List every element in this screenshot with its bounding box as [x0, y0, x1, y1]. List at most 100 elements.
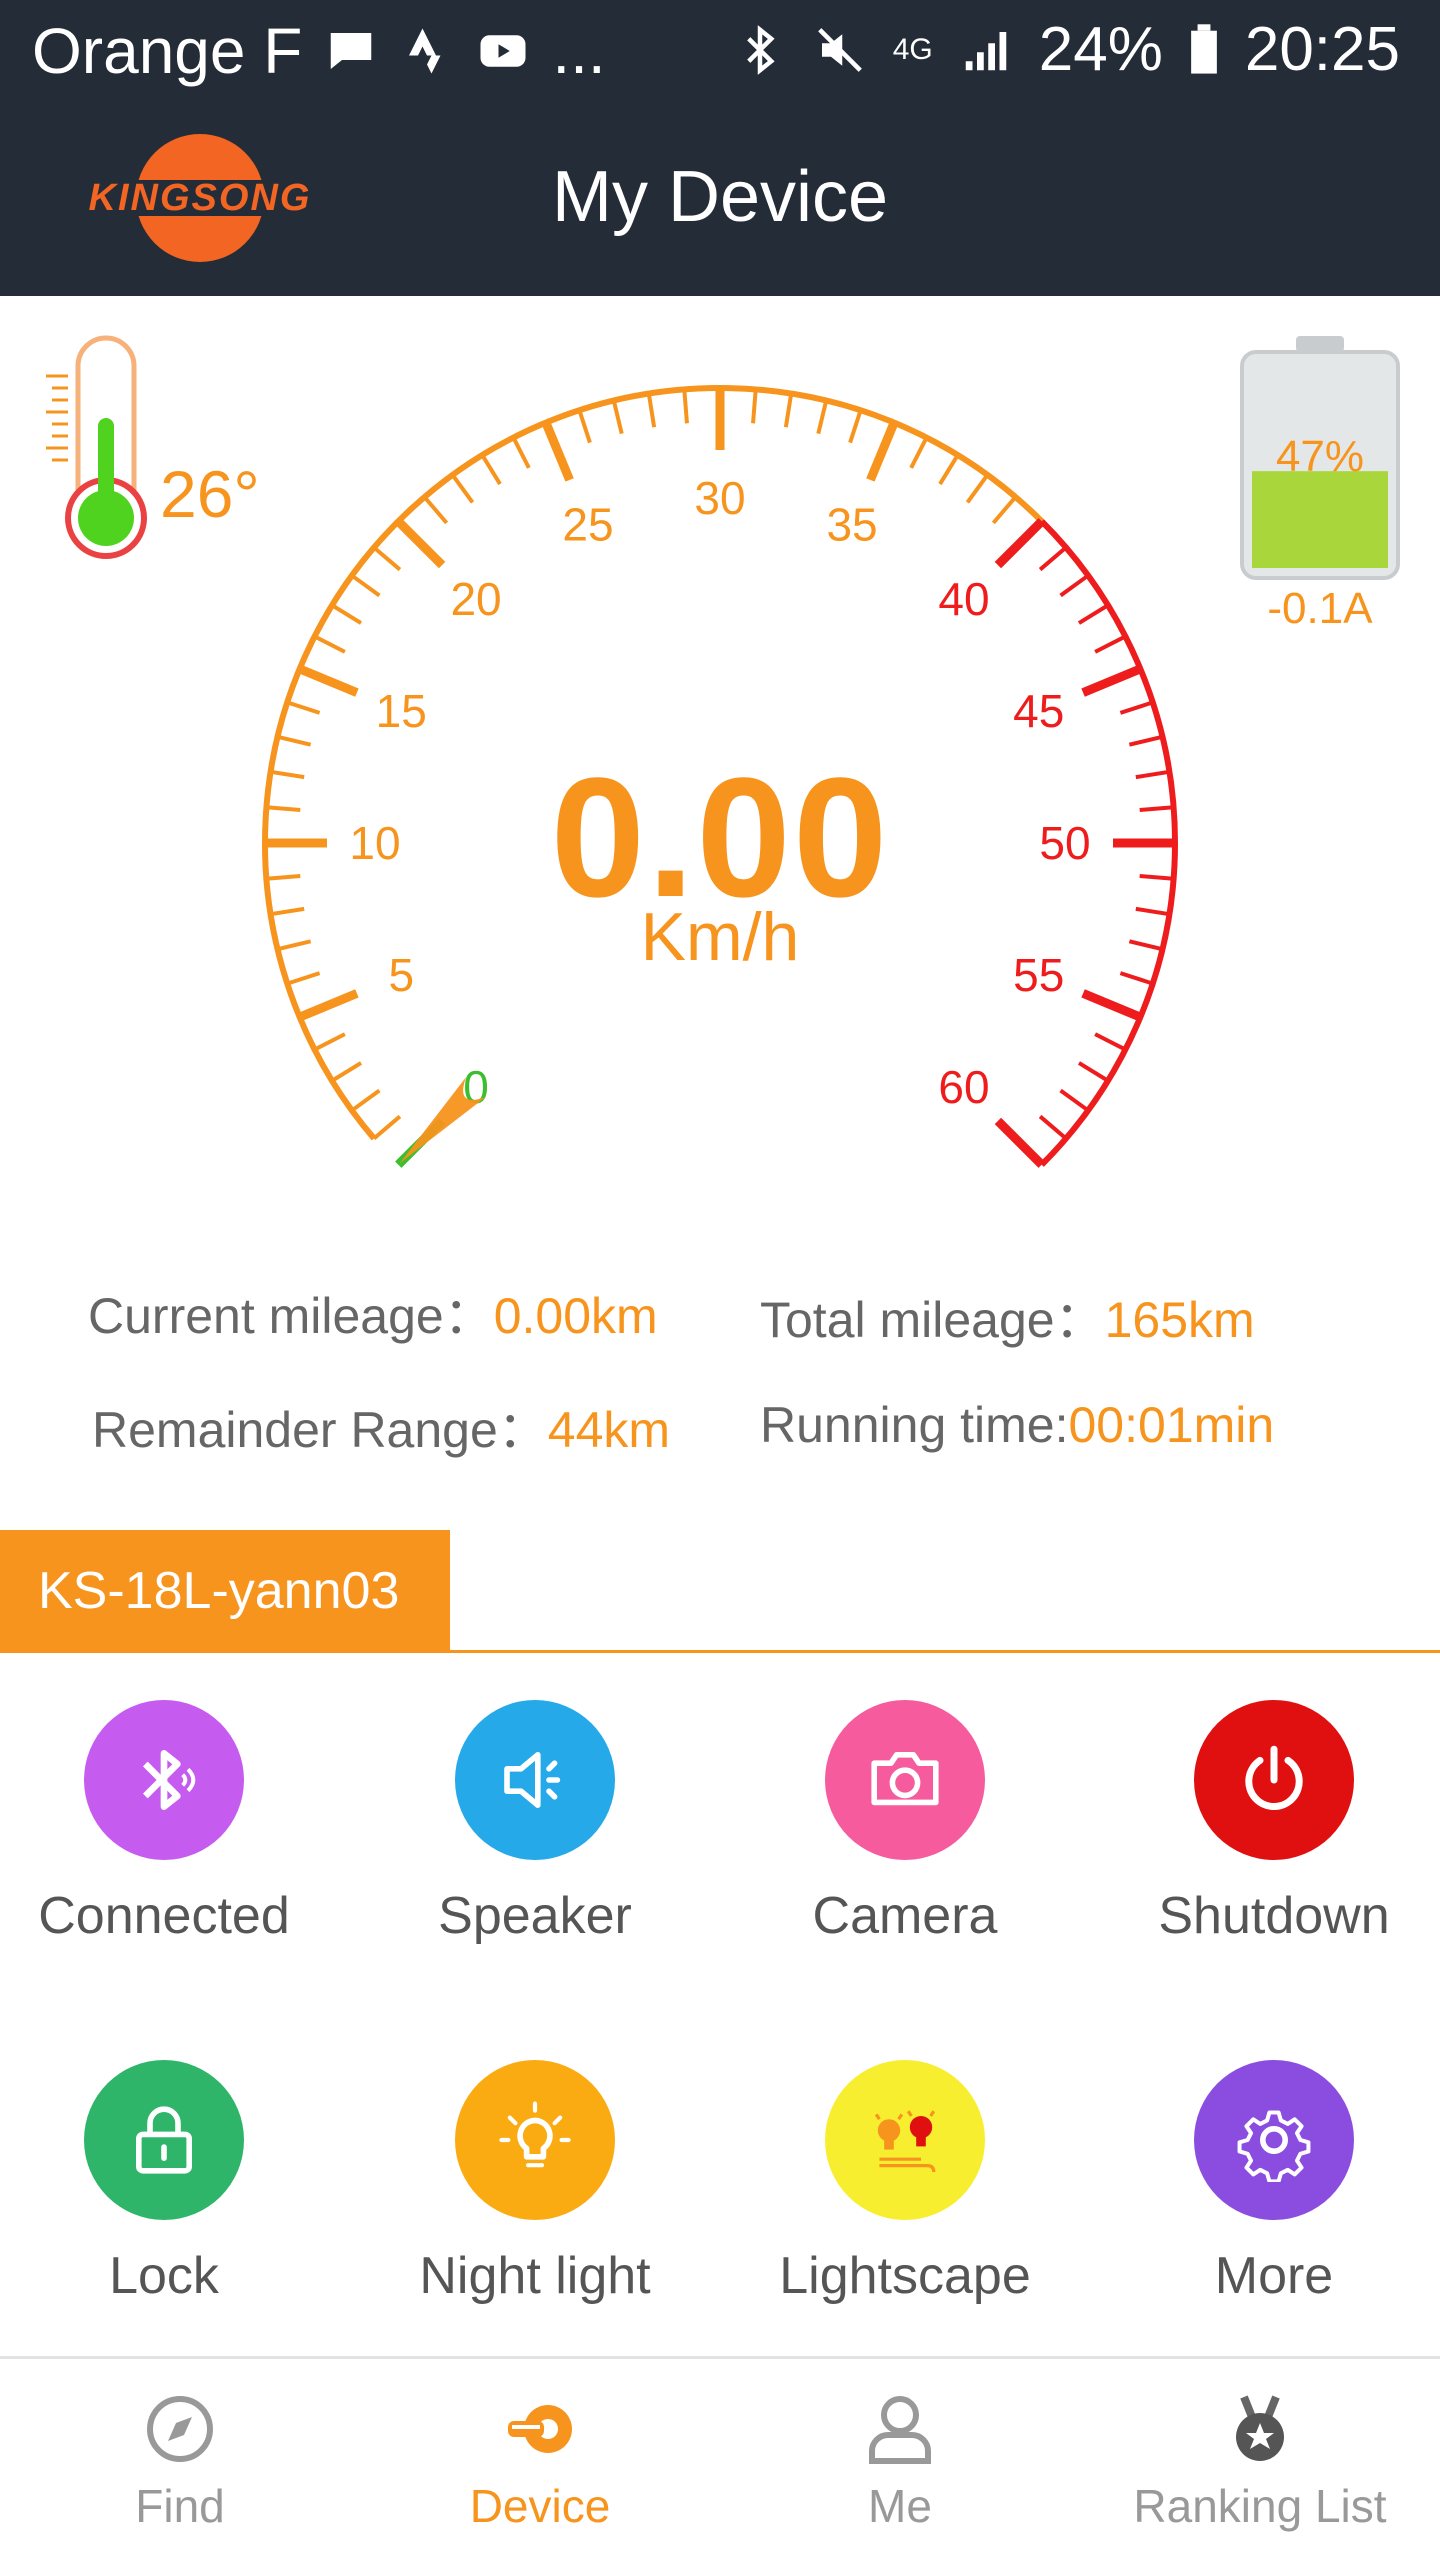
- gear-icon: [1237, 2110, 1311, 2182]
- gauge-minor-tick: [372, 545, 402, 572]
- gauge-scale-label: 15: [376, 685, 427, 737]
- gauge-major-tick: [297, 989, 359, 1022]
- nav-ranking-list[interactable]: Ranking List: [1080, 2359, 1440, 2560]
- gauge-major-tick: [1081, 664, 1143, 697]
- nav-device-label: Device: [469, 2480, 611, 2532]
- gauge-minor-tick: [751, 389, 758, 424]
- gauge-minor-tick: [422, 495, 449, 525]
- gauge-minor-tick: [783, 393, 794, 428]
- total-mileage-label: Total mileage：: [760, 1292, 1105, 1348]
- gauge-minor-tick: [480, 454, 502, 486]
- power-icon: [1245, 1745, 1303, 1810]
- gauge-scale-label: 60: [938, 1061, 989, 1113]
- gauge-minor-tick: [1094, 634, 1127, 654]
- gauge-minor-tick: [909, 436, 929, 469]
- camera-button[interactable]: Camera: [755, 1700, 1055, 1946]
- shutdown-icon-circle: [1194, 1700, 1354, 1860]
- connected-icon-circle: [84, 1700, 244, 1860]
- more-notifications: ...: [552, 15, 606, 87]
- camera-label: Camera: [812, 1887, 998, 1945]
- gauge-minor-tick: [1077, 603, 1109, 625]
- battery-percent: 47%: [1275, 432, 1365, 481]
- gauge-major-tick: [297, 664, 359, 697]
- lock-icon-circle: [84, 2060, 244, 2220]
- speaker-button[interactable]: Speaker: [385, 1700, 685, 1946]
- gauge-minor-tick: [646, 393, 657, 428]
- gauge-minor-tick: [682, 389, 689, 424]
- status-bar: Orange F ... 4G 24% 20:25: [0, 0, 1440, 100]
- gauge-minor-tick: [511, 436, 531, 469]
- gauge-scale-label: 40: [938, 573, 989, 625]
- lock-icon: [136, 2106, 192, 2174]
- current-mileage-label: Current mileage：: [88, 1288, 494, 1344]
- nav-find[interactable]: Find: [0, 2359, 360, 2560]
- device-name-tab[interactable]: KS-18L-yann03: [0, 1530, 450, 1652]
- bulb-icon: [499, 2101, 571, 2168]
- message-icon: [331, 33, 372, 69]
- status-right: 4G 24% 20:25: [733, 14, 1400, 85]
- gauge-minor-tick: [350, 1088, 381, 1113]
- gauge-major-tick: [994, 1117, 1045, 1168]
- wheel-icon: [508, 2405, 572, 2453]
- more-icon-circle: [1194, 2060, 1354, 2220]
- gauge-minor-tick: [1038, 545, 1068, 572]
- gauge-minor-tick: [1059, 1088, 1090, 1113]
- battery-current: -0.1A: [1267, 584, 1373, 633]
- gauge-minor-tick: [1038, 1114, 1068, 1141]
- compass-icon: [147, 2396, 213, 2462]
- gauge-major-tick: [395, 518, 446, 569]
- speed-unit: Km/h: [640, 899, 800, 975]
- lock-label: Lock: [109, 2247, 219, 2305]
- youtube-icon: [480, 35, 526, 67]
- clock: 20:25: [1244, 15, 1400, 84]
- lock-button[interactable]: Lock: [14, 2060, 314, 2306]
- camera-icon-circle: [825, 1700, 985, 1860]
- nav-find-label: Find: [135, 2480, 225, 2532]
- nav-device[interactable]: Device: [360, 2359, 720, 2560]
- gauge-minor-tick: [965, 473, 990, 504]
- nav-ranking-list-label: Ranking List: [1133, 2480, 1387, 2532]
- lightscape-icon-circle: [825, 2060, 985, 2220]
- gauge-minor-tick: [1077, 1061, 1109, 1083]
- gauge-major-tick: [994, 518, 1045, 569]
- camera-icon: [871, 1752, 939, 1806]
- nav-me[interactable]: Me: [720, 2359, 1080, 2560]
- shutdown-label: Shutdown: [1158, 1887, 1390, 1945]
- connected-label: Connected: [38, 1887, 290, 1945]
- nav-me-label: Me: [868, 2480, 932, 2532]
- shutdown-button[interactable]: Shutdown: [1124, 1700, 1424, 1946]
- gauge-minor-tick: [848, 409, 863, 444]
- mute-icon: [817, 27, 862, 72]
- night-light-button[interactable]: Night light: [385, 2060, 685, 2306]
- running-time: Running time:00:01min: [760, 1396, 1274, 1454]
- device-tab-divider: [0, 1650, 1440, 1653]
- gauge-minor-tick: [450, 473, 475, 504]
- more-label: More: [1214, 2247, 1334, 2305]
- lightscape-button[interactable]: Lightscape: [755, 2060, 1055, 2306]
- bottom-navigation: Find Device Me Ranking List: [0, 2356, 1440, 2560]
- gauge-major-tick: [541, 420, 574, 482]
- gauge-minor-tick: [1094, 1032, 1127, 1052]
- network-type: 4G: [892, 32, 933, 66]
- night-light-label: Night light: [419, 2247, 651, 2305]
- user-icon: [869, 2396, 931, 2464]
- gauge-minor-tick: [286, 700, 321, 715]
- gauge-minor-tick: [1119, 700, 1154, 715]
- remainder-range-value: 44km: [547, 1402, 671, 1458]
- speaker-icon: [504, 1752, 561, 1808]
- gauge-minor-tick: [313, 1032, 346, 1052]
- connected-button[interactable]: Connected: [14, 1700, 314, 1946]
- more-button[interactable]: More: [1124, 2060, 1424, 2306]
- night-light-icon-circle: [455, 2060, 615, 2220]
- signal-icon: [965, 31, 1006, 70]
- gauge-minor-tick: [331, 603, 363, 625]
- strava-icon: [409, 28, 441, 74]
- gauge-major-tick: [866, 420, 899, 482]
- gauge-minor-tick: [1059, 573, 1090, 598]
- thermometer-icon: [46, 335, 147, 559]
- gauge-minor-tick: [991, 495, 1018, 525]
- speaker-icon-circle: [455, 1700, 615, 1860]
- gauge-major-tick: [1081, 989, 1143, 1022]
- gauge-minor-tick: [577, 409, 592, 444]
- carrier-name: Orange F: [32, 15, 303, 87]
